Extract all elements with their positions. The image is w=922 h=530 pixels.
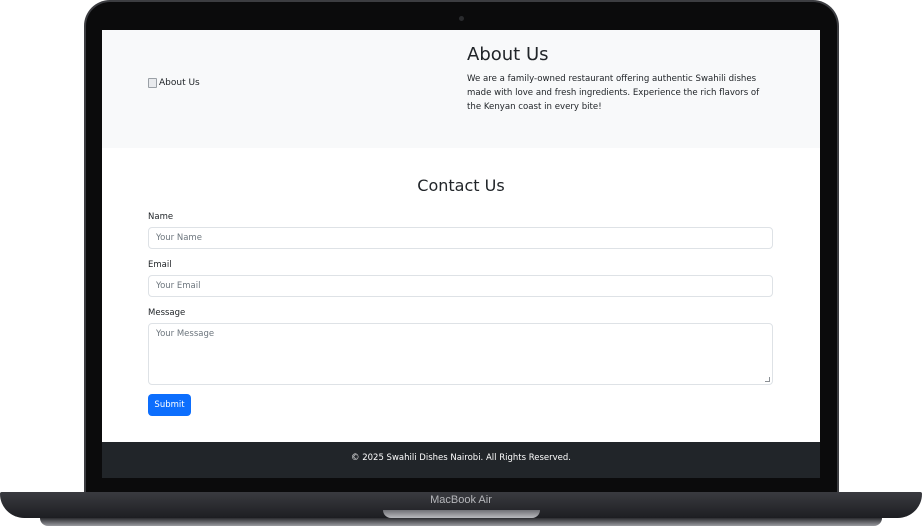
- resize-handle-icon[interactable]: [765, 377, 770, 382]
- broken-image-icon: [148, 78, 157, 88]
- browser-viewport: About Us About Us We are a family-owned …: [102, 30, 820, 478]
- name-input[interactable]: Your Name: [148, 227, 773, 249]
- footer-copyright: © 2025 Swahili Dishes Nairobi. All Right…: [351, 453, 571, 463]
- laptop-base-edge: [40, 518, 882, 526]
- about-text: We are a family-owned restaurant offerin…: [467, 74, 760, 112]
- submit-button[interactable]: Submit: [148, 394, 191, 416]
- laptop-notch: [383, 510, 540, 518]
- about-image: About Us: [148, 78, 200, 88]
- contact-title: Contact Us: [417, 176, 505, 195]
- message-label: Message: [148, 308, 186, 318]
- about-title: About Us: [467, 44, 549, 65]
- message-placeholder: Your Message: [156, 329, 215, 339]
- email-input[interactable]: Your Email: [148, 275, 773, 297]
- device-brand-label: MacBook Air: [430, 494, 492, 506]
- about-image-alt: About Us: [159, 78, 200, 88]
- message-textarea[interactable]: Your Message: [148, 323, 773, 385]
- site-footer: © 2025 Swahili Dishes Nairobi. All Right…: [102, 442, 820, 478]
- name-label: Name: [148, 212, 174, 222]
- about-section: About Us About Us We are a family-owned …: [102, 30, 820, 148]
- email-label: Email: [148, 260, 172, 270]
- camera-icon: [459, 16, 464, 21]
